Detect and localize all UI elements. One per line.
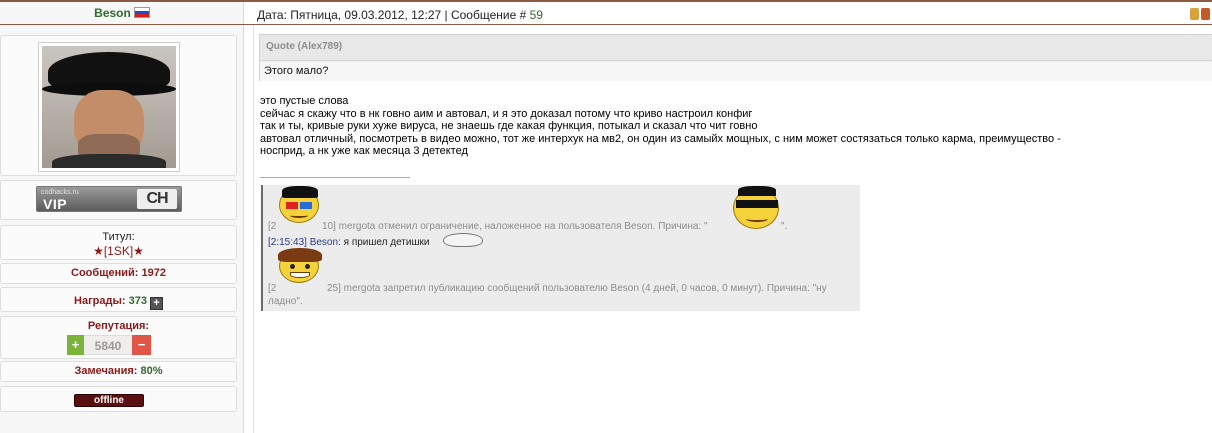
vip-badge-label: VIP xyxy=(43,196,68,212)
posts-value: 1972 xyxy=(141,267,166,279)
reputation-label: Репутация: xyxy=(87,320,150,332)
signature-chat-line: [2:15:43] Beson: я пришел детишки xyxy=(268,237,429,248)
avatar-shirt-shape xyxy=(52,154,166,168)
quote-box: Quote (Alex789) Этого мало? xyxy=(259,34,1212,81)
add-award-icon[interactable]: + xyxy=(149,297,163,310)
post-line: сейчас я скажу что в нк говно аим и авто… xyxy=(260,107,753,120)
vip-badge: codhacks.ru VIP CH xyxy=(36,186,182,212)
column-divider xyxy=(253,25,254,433)
title-label: Титул: xyxy=(102,231,135,243)
signature-box: [2 10] mergota отменил ограничение, нало… xyxy=(261,185,860,311)
signature-log-line-2: 25] mergota запретил публикацию сообщени… xyxy=(327,283,827,294)
warnings-label: Замечания: xyxy=(74,365,138,377)
post-line: автовал отличный, посмотреть в видео мож… xyxy=(260,132,1061,145)
post-rating-icons xyxy=(1190,8,1212,22)
post-line: это пустые слова xyxy=(260,95,349,107)
thumb-down-icon[interactable] xyxy=(1201,8,1210,20)
signature-log-line-1-end: ". xyxy=(781,221,788,232)
thumb-up-icon[interactable] xyxy=(1190,8,1199,20)
signature-log-line-2-prefix: [2 xyxy=(268,283,277,294)
post-line: так и ты, кривые руки хуже вируса, не зн… xyxy=(260,120,758,132)
username-row: Beson xyxy=(0,6,244,24)
warnings-value: 80% xyxy=(140,365,163,377)
awards-label: Награды: xyxy=(74,295,126,307)
message-number-link[interactable]: 59 xyxy=(530,8,543,22)
signature-separator xyxy=(260,177,410,178)
header-bottom-border xyxy=(0,24,1212,25)
avatar-frame xyxy=(38,42,180,172)
awards-value[interactable]: 373 xyxy=(129,295,147,307)
post-body: это пустые слова сейчас я скажу что в нк… xyxy=(260,95,1205,158)
signature-log-line-1: 10] mergota отменил ограничение, наложен… xyxy=(322,221,708,232)
smiley-3d-glasses-icon xyxy=(279,186,319,223)
posts-label: Сообщений: xyxy=(71,267,139,279)
post-header: Дата: Пятница, 09.03.2012, 12:27 | Сообщ… xyxy=(257,8,543,22)
reputation-value: 5840 xyxy=(84,335,132,355)
title-value: ★[1SK]★ xyxy=(93,244,144,258)
awards-row: Награды: 373 + xyxy=(0,295,237,310)
reputation-label-row: Репутация: xyxy=(0,320,237,332)
post-date: Дата: Пятница, 09.03.2012, 12:27 | Сообщ… xyxy=(257,8,527,22)
chat-time: [2:15:43] xyxy=(268,237,307,248)
avatar[interactable] xyxy=(42,46,176,168)
post-line: носприд, а нк уже как месяца 3 детектед xyxy=(260,145,468,157)
chat-text: я пришел детишки xyxy=(340,237,430,248)
username-link[interactable]: Beson xyxy=(94,6,131,20)
russia-flag-icon xyxy=(133,7,150,18)
vip-badge-site: codhacks.ru xyxy=(41,189,79,196)
reputation-minus-button[interactable]: − xyxy=(132,335,151,355)
signature-log-line-1-prefix: [2 xyxy=(268,221,277,232)
troll-face-icon xyxy=(443,233,483,247)
chat-user: Beson: xyxy=(309,237,341,248)
reputation-controls: + 5840 − xyxy=(67,335,151,355)
status-badge: offline xyxy=(74,394,144,407)
quote-header: Quote (Alex789) xyxy=(260,35,1212,61)
smiley-bandit-icon xyxy=(733,186,779,229)
ch-logo-icon: CH xyxy=(137,189,177,209)
posts-count-row: Сообщений: 1972 xyxy=(0,267,237,279)
warnings-row: Замечания: 80% xyxy=(0,365,237,377)
smiley-hair-icon xyxy=(278,248,322,283)
signature-log-line-2-end: ладно". xyxy=(268,296,303,307)
reputation-plus-button[interactable]: + xyxy=(67,335,84,355)
quote-body: Этого мало? xyxy=(260,62,1212,81)
